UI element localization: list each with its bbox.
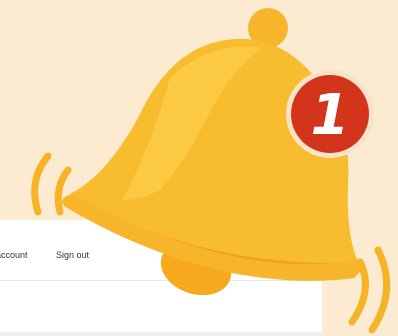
notification-count: 1: [311, 83, 350, 148]
bell-icon[interactable]: [62, 8, 362, 304]
notification-badge[interactable]: 1: [286, 70, 374, 158]
notification-bell-illustration: 1: [31, 8, 391, 334]
